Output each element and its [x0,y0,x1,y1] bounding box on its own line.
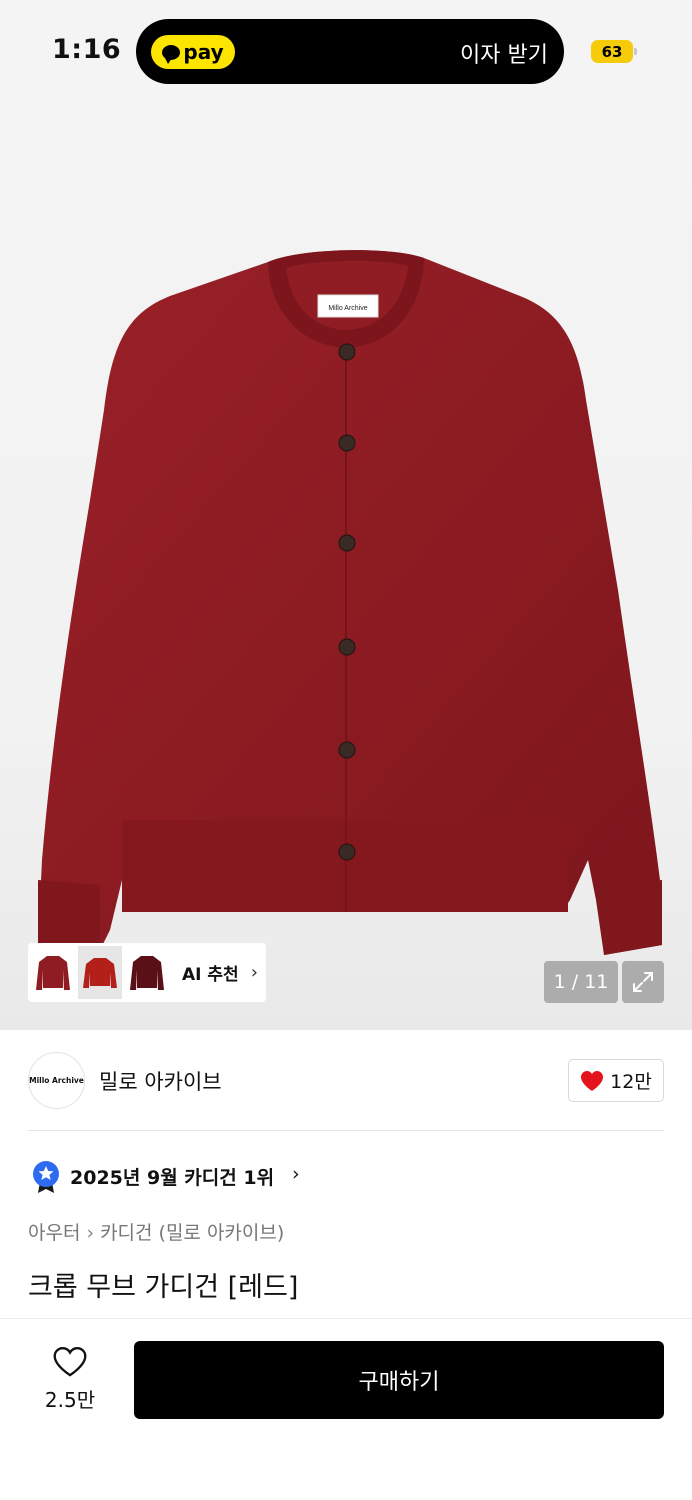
chevron-right-icon: › [250,962,258,983]
thumbnail-2[interactable] [78,946,122,999]
product-photo: Millo Archive [38,250,662,955]
pay-banner-cta[interactable]: 이자 받기 [460,37,548,69]
ai-recommend-label: AI 추천 [182,965,239,985]
chevron-right-icon[interactable]: › [292,1163,300,1185]
breadcrumb-subcategory[interactable]: 카디건 (밀로 아카이브) [100,1222,284,1244]
ranking-badge-icon [32,1160,60,1198]
chevron-right-icon: › [86,1222,95,1244]
kakaopay-banner[interactable]: pay 이자 받기 [136,19,564,84]
wishlist-count: 2.5만 [44,1388,96,1412]
seller-logo[interactable]: Millo Archive [28,1052,85,1109]
divider [28,1130,664,1131]
ranking-text[interactable]: 2025년 9월 카디건 1위 [70,1163,274,1190]
breadcrumb-category[interactable]: 아우터 [28,1222,80,1244]
battery-indicator: 63 [591,40,637,63]
kakaopay-logo: pay [151,35,235,69]
brand-tag-text: Millo Archive [328,305,367,312]
status-time: 1:16 [52,34,122,65]
expand-icon[interactable] [622,961,664,1003]
thumbnail-1[interactable] [31,946,75,999]
wishlist-button[interactable]: 2.5만 [28,1346,112,1413]
product-image-area[interactable]: Millo Archive AI 추천 › 1 / 11 [0,0,692,1030]
seller-name[interactable]: 밀로 아카이브 [99,1066,222,1096]
thumbnail-3[interactable] [125,946,169,999]
brand-like-count: 12만 [610,1071,652,1093]
ai-recommend-strip[interactable]: AI 추천 › [28,943,266,1002]
speech-bubble-icon [162,44,181,64]
product-title: 크롭 무브 가디건 [레드] [28,1272,299,1303]
pay-brand-text: pay [183,40,224,64]
buy-button[interactable]: 구매하기 [134,1341,664,1419]
heart-outline-icon [53,1347,87,1377]
heart-filled-icon [581,1070,604,1091]
breadcrumb: 아우터 › 카디건 (밀로 아카이브) [28,1218,284,1245]
brand-like-button[interactable]: 12만 [568,1059,664,1102]
image-counter: 1 / 11 [544,961,618,1003]
